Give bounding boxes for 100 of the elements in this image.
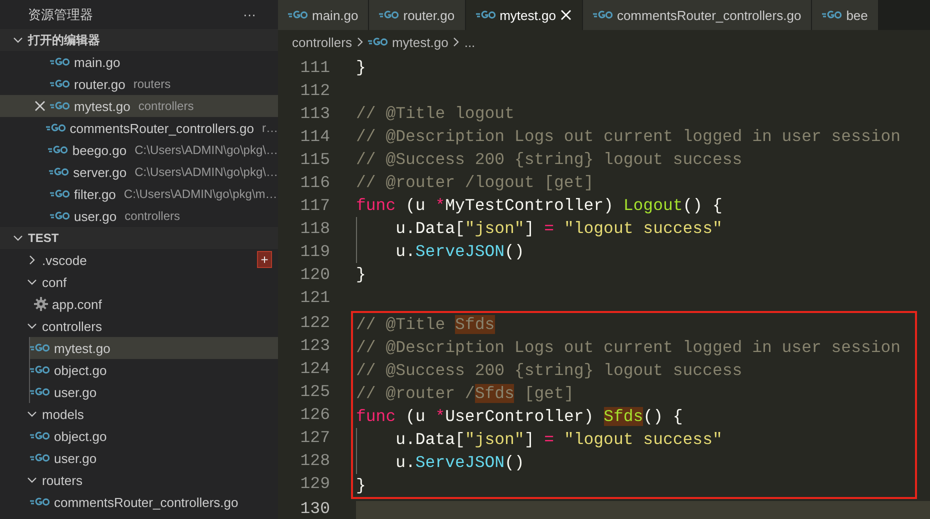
file-name: commentsRouter_controllers.go — [54, 494, 238, 510]
file-path: controllers — [124, 209, 180, 223]
go-icon — [30, 387, 50, 397]
file-path: routers — [133, 77, 171, 91]
folder-item[interactable]: models — [0, 403, 278, 425]
open-editor-item[interactable]: router.go routers — [0, 73, 278, 95]
go-icon — [368, 37, 388, 47]
go-icon — [50, 79, 70, 89]
go-icon — [476, 10, 496, 20]
line-number: 127 — [299, 427, 330, 449]
folder-item[interactable]: .vscode + — [0, 249, 278, 271]
open-editor-item[interactable]: filter.go C:\Users\ADMIN\go\pkg\m… — [0, 183, 278, 205]
code-line: // @Description Logs out current logged in user session — [356, 337, 901, 359]
file-path: C:\Users\ADMIN\go\pkg\m… — [124, 187, 278, 201]
code-line: u.ServeJSON() — [396, 241, 524, 263]
breadcrumb-item[interactable]: controllers — [292, 34, 352, 50]
file-item[interactable]: object.go — [30, 425, 278, 447]
go-icon — [50, 189, 70, 199]
file-path: r… — [262, 121, 278, 135]
file-item[interactable]: mytest.go — [30, 337, 278, 359]
go-icon — [30, 453, 50, 463]
go-icon — [48, 145, 68, 155]
more-actions-button[interactable]: ··· — [243, 7, 256, 22]
code-line: } — [356, 264, 366, 286]
go-icon — [30, 365, 50, 375]
line-number: 129 — [299, 473, 330, 495]
go-icon — [288, 10, 308, 20]
line-number: 118 — [299, 218, 330, 240]
editor-tab[interactable]: bee — [812, 0, 879, 30]
line-number: 122 — [299, 312, 330, 334]
code-line: // @Title logout — [356, 103, 514, 125]
code-line: u.ServeJSON() — [396, 452, 524, 474]
code-line: // @router /logout [get] — [356, 172, 594, 194]
code-line: // @router /Sfds [get] — [356, 383, 574, 405]
open-editor-item[interactable]: server.go C:\Users\ADMIN\go\pkg\… — [0, 161, 278, 183]
open-editor-item[interactable]: commentsRouter_controllers.go r… — [0, 117, 278, 139]
file-item[interactable]: object.go — [30, 359, 278, 381]
code-line: func (u *MyTestController) Logout() { — [356, 195, 722, 217]
section-title: TEST — [28, 231, 59, 245]
sidebar-title: 资源管理器 — [28, 6, 93, 24]
file-name: beego.go — [72, 142, 127, 158]
line-number: 119 — [299, 241, 330, 263]
go-icon — [30, 497, 50, 507]
file-name: mytest.go — [74, 98, 130, 114]
line-number: 111 — [299, 57, 330, 79]
folder-name: .vscode — [42, 252, 87, 268]
line-number: 117 — [299, 195, 330, 217]
line-number: 128 — [299, 450, 330, 472]
line-number: 124 — [299, 358, 330, 380]
line-number: 116 — [299, 172, 330, 194]
file-item[interactable]: user.go — [30, 381, 278, 403]
go-icon — [379, 10, 400, 20]
open-editor-item[interactable]: user.go controllers — [0, 205, 278, 227]
open-editor-item[interactable]: beego.go C:\Users\ADMIN\go\pkg\… — [0, 139, 278, 161]
section-header[interactable]: TEST — [0, 227, 278, 249]
file-path: controllers — [138, 99, 194, 113]
folder-item[interactable]: routers — [0, 469, 278, 491]
file-name: mytest.go — [54, 340, 110, 356]
code-line: u.Data["json"] = "logout success" — [396, 218, 722, 240]
file-name: user.go — [54, 384, 97, 400]
editor-tab[interactable]: mytest.go — [466, 0, 583, 30]
editor-tab[interactable]: main.go — [278, 0, 370, 30]
file-name: commentsRouter_controllers.go — [70, 120, 254, 136]
go-icon — [30, 431, 50, 441]
go-icon — [46, 123, 66, 133]
file-item[interactable]: app.conf — [30, 293, 278, 315]
folder-name: routers — [42, 472, 82, 488]
go-icon — [592, 10, 613, 20]
folder-name: models — [42, 406, 84, 422]
folder-item[interactable]: conf — [0, 271, 278, 293]
file-name: router.go — [74, 76, 126, 92]
editor-tab[interactable]: commentsRouter_controllers.go — [582, 0, 812, 30]
code-line: func (u *UserController) Sfds() { — [356, 406, 683, 428]
file-item[interactable]: commentsRouter_controllers.go — [30, 491, 278, 513]
close-icon — [560, 9, 572, 21]
line-number: 123 — [299, 335, 330, 357]
editor-tab[interactable]: router.go — [369, 0, 466, 30]
folder-item[interactable]: controllers — [0, 315, 278, 337]
section-title: 打开的编辑器 — [28, 32, 100, 48]
line-number: 130 — [299, 498, 330, 519]
code-line: // @Success 200 {string} logout success — [356, 360, 742, 382]
file-name: filter.go — [74, 186, 116, 202]
open-editor-item[interactable]: mytest.go controllers — [0, 95, 278, 117]
breadcrumb-item[interactable]: mytest.go — [392, 34, 448, 50]
file-item[interactable]: user.go — [30, 447, 278, 469]
line-number: 125 — [299, 381, 330, 403]
add-button[interactable]: + — [257, 251, 272, 268]
gear-icon — [34, 297, 48, 311]
file-name: user.go — [54, 450, 97, 466]
line-number: 115 — [299, 149, 330, 171]
file-name: server.go — [73, 164, 127, 180]
go-icon — [50, 211, 70, 221]
code-line: // @Success 200 {string} logout success — [356, 149, 742, 171]
file-name: user.go — [74, 208, 117, 224]
section-header[interactable]: 打开的编辑器 — [0, 29, 278, 51]
open-editor-item[interactable]: main.go — [0, 51, 278, 73]
go-icon — [822, 10, 842, 20]
line-number: 120 — [299, 264, 330, 286]
breadcrumb-item[interactable]: ... — [464, 34, 476, 50]
code-line: u.Data["json"] = "logout success" — [396, 429, 722, 451]
